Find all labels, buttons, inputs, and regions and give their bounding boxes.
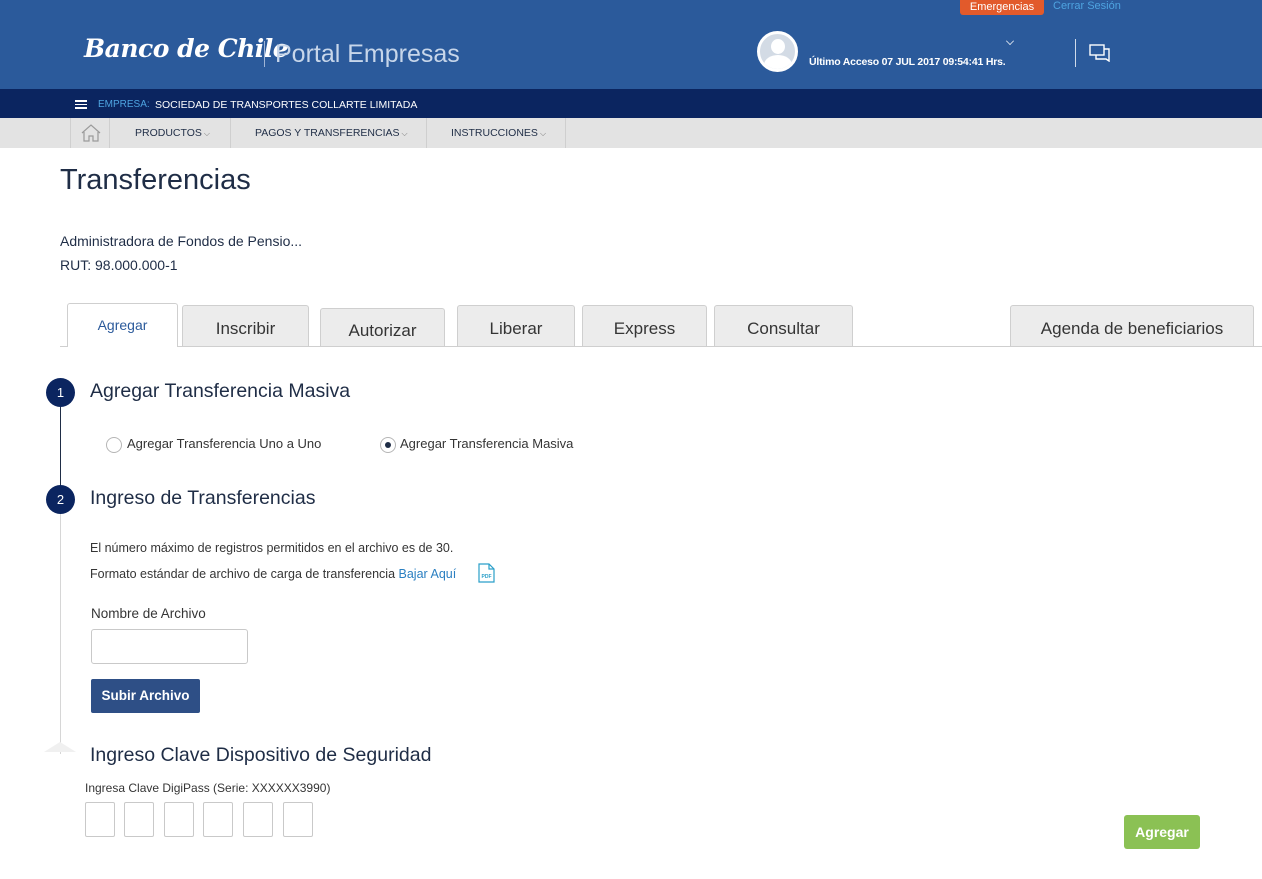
tab-agregar[interactable]: Agregar xyxy=(67,303,178,347)
tab-express[interactable]: Express xyxy=(582,305,707,346)
messages-icon[interactable] xyxy=(1089,44,1111,62)
company-bar: EMPRESA: SOCIEDAD DE TRANSPORTES COLLART… xyxy=(0,89,1262,118)
security-section-title: Ingreso Clave Dispositivo de Seguridad xyxy=(90,744,432,766)
tab-consultar[interactable]: Consultar xyxy=(714,305,853,346)
chevron-down-icon: ⌵ xyxy=(401,129,408,138)
nav-label: PRODUCTOS xyxy=(135,127,202,139)
chevron-down-icon: ⌵ xyxy=(203,129,210,138)
company-full-name: Administradora de Fondos de Pensio... xyxy=(60,233,303,249)
step-2-badge: 2 xyxy=(46,485,75,514)
last-access-text: Último Acceso 07 JUL 2017 09:54:41 Hrs. xyxy=(809,56,1006,68)
format-note-text: Formato estándar de archivo de carga de … xyxy=(90,567,399,581)
tab-inscribir[interactable]: Inscribir xyxy=(182,305,309,346)
nav-label: PAGOS Y TRANSFERENCIAS xyxy=(255,127,400,139)
radio-uno-a-uno[interactable] xyxy=(106,437,122,453)
step-1-badge: 1 xyxy=(46,378,75,407)
logout-link[interactable]: Cerrar Sesión xyxy=(1053,0,1121,13)
company-rut: RUT: 98.000.000-1 xyxy=(60,257,178,273)
steps-connector-active xyxy=(60,392,61,499)
chevron-down-icon: ⌵ xyxy=(539,129,547,138)
upload-file-button[interactable]: Subir Archivo xyxy=(91,679,200,713)
digipass-digit-1[interactable] xyxy=(85,802,115,837)
company-label: EMPRESA: xyxy=(98,99,150,110)
digipass-digit-6[interactable] xyxy=(283,802,313,837)
page-title: Transferencias xyxy=(60,164,251,196)
tab-liberar[interactable]: Liberar xyxy=(457,305,575,346)
radio-masiva-label[interactable]: Agregar Transferencia Masiva xyxy=(400,436,573,451)
tab-autorizar[interactable]: Autorizar xyxy=(320,308,445,346)
digipass-label: Ingresa Clave DigiPass (Serie: XXXXXX399… xyxy=(85,781,331,795)
nav-label: INSTRUCCIONES xyxy=(451,127,538,139)
format-note: Formato estándar de archivo de carga de … xyxy=(90,567,456,581)
step-1-title: Agregar Transferencia Masiva xyxy=(90,380,351,402)
section-marker xyxy=(44,742,76,752)
step-2-title: Ingreso de Transferencias xyxy=(90,487,316,509)
home-nav-button[interactable] xyxy=(70,118,110,148)
top-header: Emergencias Cerrar Sesión Banco de Chile… xyxy=(0,0,1262,89)
radio-uno-a-uno-label[interactable]: Agregar Transferencia Uno a Uno xyxy=(127,436,321,451)
digipass-digit-3[interactable] xyxy=(164,802,194,837)
digipass-digit-4[interactable] xyxy=(203,802,233,837)
emergency-button[interactable]: Emergencias xyxy=(960,0,1044,15)
agregar-submit-button[interactable]: Agregar xyxy=(1124,815,1200,849)
nav-pagos-transferencias[interactable]: PAGOS Y TRANSFERENCIAS ⌵ xyxy=(231,118,427,148)
radio-masiva[interactable] xyxy=(380,437,396,453)
portal-name: Portal Empresas xyxy=(275,40,460,68)
company-name: SOCIEDAD DE TRANSPORTES COLLARTE LIMITAD… xyxy=(155,99,418,111)
max-records-note: El número máximo de registros permitidos… xyxy=(90,541,454,555)
user-avatar[interactable] xyxy=(757,31,798,72)
pdf-icon[interactable]: PDF xyxy=(478,563,495,583)
avatar-head-icon xyxy=(771,39,785,54)
main-nav: PRODUCTOS ⌵ PAGOS Y TRANSFERENCIAS ⌵ INSTR… xyxy=(0,118,1262,148)
header-divider xyxy=(1075,39,1076,67)
nav-instrucciones[interactable]: INSTRUCCIONES ⌵ xyxy=(427,118,566,148)
tab-agenda-beneficiarios[interactable]: Agenda de beneficiarios xyxy=(1010,305,1254,346)
digipass-digit-2[interactable] xyxy=(124,802,154,837)
avatar-body-icon xyxy=(764,55,792,69)
svg-text:PDF: PDF xyxy=(482,574,492,580)
user-menu-chevron-icon[interactable] xyxy=(1006,37,1014,45)
nav-productos[interactable]: PRODUCTOS ⌵ xyxy=(111,118,231,148)
file-name-label: Nombre de Archivo xyxy=(91,606,206,621)
download-format-link[interactable]: Bajar Aquí xyxy=(399,567,457,581)
file-name-input[interactable] xyxy=(91,629,248,664)
hamburger-menu-icon[interactable] xyxy=(75,100,87,109)
digipass-digit-5[interactable] xyxy=(243,802,273,837)
home-icon xyxy=(81,124,101,142)
bank-logo: Banco de Chile xyxy=(84,34,289,63)
brand-divider xyxy=(264,41,265,67)
